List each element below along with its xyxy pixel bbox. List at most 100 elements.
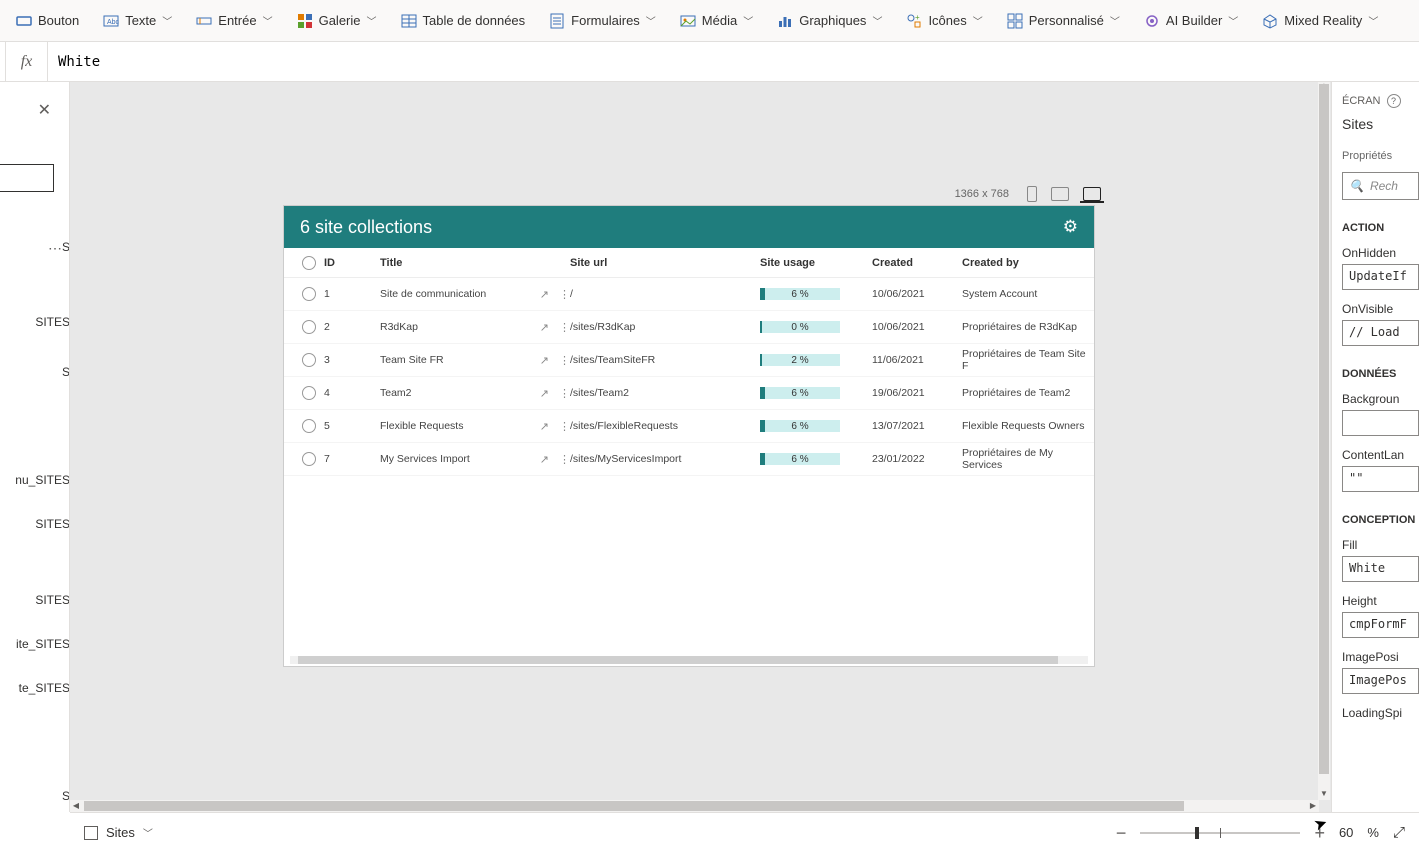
zoom-slider[interactable]	[1140, 832, 1300, 834]
ribbon-table-de-données[interactable]: Table de données	[395, 9, 532, 33]
app-header: 6 site collections ⚙	[284, 206, 1094, 248]
prop-contentlan-value[interactable]: ""	[1342, 466, 1419, 492]
prop-fill-value[interactable]: White	[1342, 556, 1419, 582]
table-row[interactable]: 1Site de communication↗⋮/6 %10/06/2021Sy…	[284, 278, 1094, 311]
screen-checkbox[interactable]	[84, 826, 98, 840]
more-vertical-icon[interactable]: ⋮	[559, 420, 570, 433]
col-id: ID	[324, 257, 380, 269]
tree-items: S SITES Snu_SITES SITES SITES ite_SITES te_SIT…	[0, 232, 70, 811]
prop-fill-label: Fill	[1342, 538, 1419, 552]
open-icon[interactable]: ↗	[540, 354, 549, 367]
cell-id: 3	[324, 354, 380, 366]
chevron-down-icon: ﹀	[973, 13, 983, 28]
prop-contentlan-label: ContentLan	[1342, 448, 1419, 462]
ribbon-média[interactable]: Média﹀	[674, 9, 759, 33]
prop-imagepos-value[interactable]: ImagePos	[1342, 668, 1419, 694]
ribbon-mixed-reality[interactable]: Mixed Reality﹀	[1256, 9, 1384, 33]
prop-onhidden-value[interactable]: UpdateIf	[1342, 264, 1419, 290]
properties-panel: ÉCRAN ? Sites Propriétés 🔍 Rech ACTION O…	[1331, 82, 1419, 812]
canvas-area: 1366 x 768 6 site collections ⚙ ID Title…	[70, 82, 1331, 812]
chevron-down-icon[interactable]: ﹀	[143, 825, 153, 840]
status-bar: Sites ﹀ − + 60 % ⤢	[70, 812, 1419, 852]
usage-label: 6 %	[760, 454, 840, 465]
prop-background-value[interactable]	[1342, 410, 1419, 436]
tree-view-panel: ✕ ⋯ SSITESSnu_SITESSITESSITESite_SITESte…	[0, 82, 70, 812]
ribbon-formulaires[interactable]: Formulaires﹀	[543, 9, 662, 33]
tree-item[interactable]: te_SITES	[0, 673, 70, 703]
screen-name: Sites	[1342, 116, 1419, 132]
tree-item[interactable]: SITES	[0, 307, 70, 337]
row-radio[interactable]	[302, 353, 316, 367]
tree-item[interactable]: S	[0, 781, 70, 811]
cell-created: 19/06/2021	[872, 387, 962, 399]
more-vertical-icon[interactable]: ⋮	[559, 354, 570, 367]
tree-item[interactable]: S	[0, 232, 70, 262]
open-icon[interactable]: ↗	[540, 453, 549, 466]
cell-title: Site de communication	[380, 288, 530, 300]
expand-icon[interactable]: ⤢	[1393, 824, 1405, 841]
ribbon-galerie[interactable]: Galerie﹀	[291, 9, 383, 33]
ribbon-label: Personnalisé	[1029, 13, 1104, 28]
laptop-icon[interactable]	[1083, 187, 1101, 201]
help-icon[interactable]: ?	[1387, 94, 1401, 108]
canvas-vertical-scrollbar[interactable]: ▲▼	[1318, 82, 1330, 800]
open-icon[interactable]: ↗	[540, 288, 549, 301]
ribbon-icônes[interactable]: +Icônes﹀	[900, 9, 988, 33]
row-radio[interactable]	[302, 386, 316, 400]
tree-item[interactable]: SITES	[0, 509, 70, 539]
tablet-icon[interactable]	[1051, 187, 1069, 201]
row-radio[interactable]	[302, 287, 316, 301]
properties-search[interactable]: 🔍 Rech	[1342, 172, 1419, 200]
ribbon-bouton[interactable]: Bouton	[10, 9, 85, 33]
ribbon-label: Média	[702, 13, 737, 28]
table-row[interactable]: 7My Services Import↗⋮/sites/MyServicesIm…	[284, 443, 1094, 476]
more-vertical-icon[interactable]: ⋮	[559, 321, 570, 334]
canvas-horizontal-scrollbar[interactable]: ◀▶	[70, 800, 1319, 812]
prop-height-value[interactable]: cmpFormF	[1342, 612, 1419, 638]
ribbon-graphiques[interactable]: Graphiques﹀	[771, 9, 888, 33]
col-created: Created	[872, 257, 962, 269]
tree-item[interactable]: S	[0, 357, 70, 387]
open-icon[interactable]: ↗	[540, 321, 549, 334]
tree-search-input[interactable]	[0, 164, 54, 192]
gear-icon[interactable]: ⚙	[1063, 217, 1078, 237]
table-row[interactable]: 2R3dKap↗⋮/sites/R3dKap0 %10/06/2021Propr…	[284, 311, 1094, 344]
tree-item[interactable]: ite_SITES	[0, 629, 70, 659]
ai-icon	[1144, 13, 1160, 29]
prop-onvisible-value[interactable]: // Load	[1342, 320, 1419, 346]
table-row[interactable]: 4Team2↗⋮/sites/Team26 %19/06/2021Proprié…	[284, 377, 1094, 410]
formula-input[interactable]	[48, 42, 1419, 81]
row-radio[interactable]	[302, 452, 316, 466]
ribbon-entrée[interactable]: Entrée﹀	[190, 9, 278, 33]
cell-id: 7	[324, 453, 380, 465]
usage-bar: 0 %	[760, 321, 840, 333]
more-vertical-icon[interactable]: ⋮	[559, 453, 570, 466]
chevron-down-icon: ﹀	[162, 13, 172, 28]
open-icon[interactable]: ↗	[540, 420, 549, 433]
table-row[interactable]: 5Flexible Requests↗⋮/sites/FlexibleReque…	[284, 410, 1094, 443]
tree-item[interactable]: nu_SITES	[0, 465, 70, 495]
table-row[interactable]: 3Team Site FR↗⋮/sites/TeamSiteFR2 %11/06…	[284, 344, 1094, 377]
ribbon-ai-builder[interactable]: AI Builder﹀	[1138, 9, 1244, 33]
ribbon-texte[interactable]: AbcTexte﹀	[97, 9, 178, 33]
open-icon[interactable]: ↗	[540, 387, 549, 400]
cell-title: Team2	[380, 387, 530, 399]
select-all-radio[interactable]	[302, 256, 316, 270]
phone-icon[interactable]	[1027, 186, 1037, 202]
close-icon[interactable]: ✕	[38, 100, 51, 120]
cell-title: R3dKap	[380, 321, 530, 333]
row-radio[interactable]	[302, 320, 316, 334]
more-vertical-icon[interactable]: ⋮	[559, 387, 570, 400]
cell-createdby: Propriétaires de My Services	[962, 447, 1094, 471]
cell-created: 11/06/2021	[872, 354, 962, 366]
mr-icon	[1262, 13, 1278, 29]
prop-onhidden-label: OnHidden	[1342, 246, 1419, 260]
zoom-out-button[interactable]: −	[1116, 824, 1127, 842]
ribbon-personnalisé[interactable]: Personnalisé﹀	[1001, 9, 1126, 33]
row-radio[interactable]	[302, 419, 316, 433]
more-vertical-icon[interactable]: ⋮	[559, 288, 570, 301]
insert-ribbon: Bouton AbcTexte﹀ Entrée﹀ Galerie﹀ Table de d…	[0, 0, 1419, 42]
prop-onvisible-label: OnVisible	[1342, 302, 1419, 316]
app-horizontal-scrollbar[interactable]	[290, 656, 1088, 664]
tree-item[interactable]: SITES	[0, 585, 70, 615]
